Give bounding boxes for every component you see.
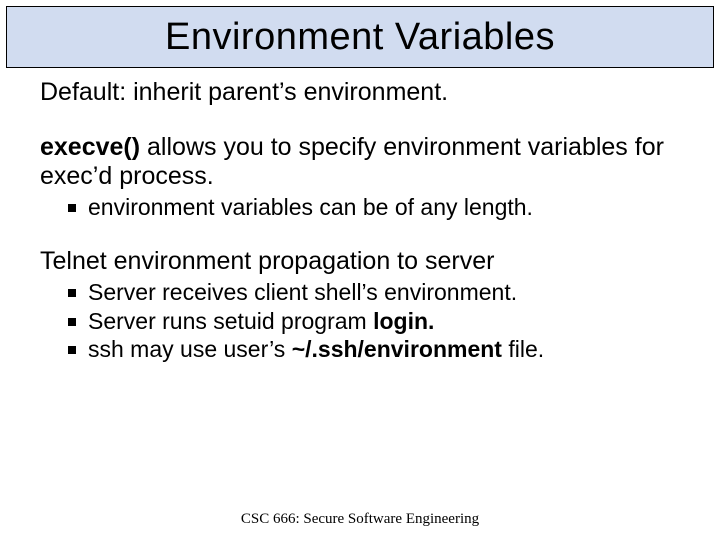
bullet-group-a: environment variables can be of any leng… <box>40 194 680 220</box>
text-fragment: Server runs setuid program <box>88 308 373 334</box>
slide-footer: CSC 666: Secure Software Engineering <box>0 511 720 528</box>
list-item-text: Server receives client shell’s environme… <box>88 279 680 305</box>
list-item-text: environment variables can be of any leng… <box>88 194 680 220</box>
title-bar: Environment Variables <box>6 6 714 68</box>
slide: Environment Variables Default: inherit p… <box>0 6 720 540</box>
slide-title: Environment Variables <box>165 16 555 59</box>
paragraph-execve: execve() allows you to specify environme… <box>40 133 680 191</box>
list-item: ssh may use user’s ~/.ssh/environment fi… <box>68 336 680 362</box>
bold-ssh-env: ~/.ssh/environment <box>292 336 502 362</box>
text-fragment: Server receives client shell’s environme… <box>88 279 517 305</box>
bold-execve: execve() <box>40 133 140 161</box>
square-bullet-icon <box>68 289 76 297</box>
list-item: Server runs setuid program login. <box>68 308 680 334</box>
paragraph-default: Default: inherit parent’s environment. <box>40 78 680 107</box>
list-item: environment variables can be of any leng… <box>68 194 680 220</box>
bullet-group-b: Server receives client shell’s environme… <box>40 279 680 362</box>
list-item: Server receives client shell’s environme… <box>68 279 680 305</box>
list-item-text: ssh may use user’s ~/.ssh/environment fi… <box>88 336 680 362</box>
square-bullet-icon <box>68 346 76 354</box>
text-fragment: ssh may use user’s <box>88 336 292 362</box>
slide-body: Default: inherit parent’s environment. e… <box>0 68 720 363</box>
square-bullet-icon <box>68 204 76 212</box>
paragraph-telnet: Telnet environment propagation to server <box>40 247 680 276</box>
square-bullet-icon <box>68 318 76 326</box>
text-fragment: file. <box>502 336 544 362</box>
list-item-text: Server runs setuid program login. <box>88 308 680 334</box>
bold-login: login. <box>373 308 434 334</box>
